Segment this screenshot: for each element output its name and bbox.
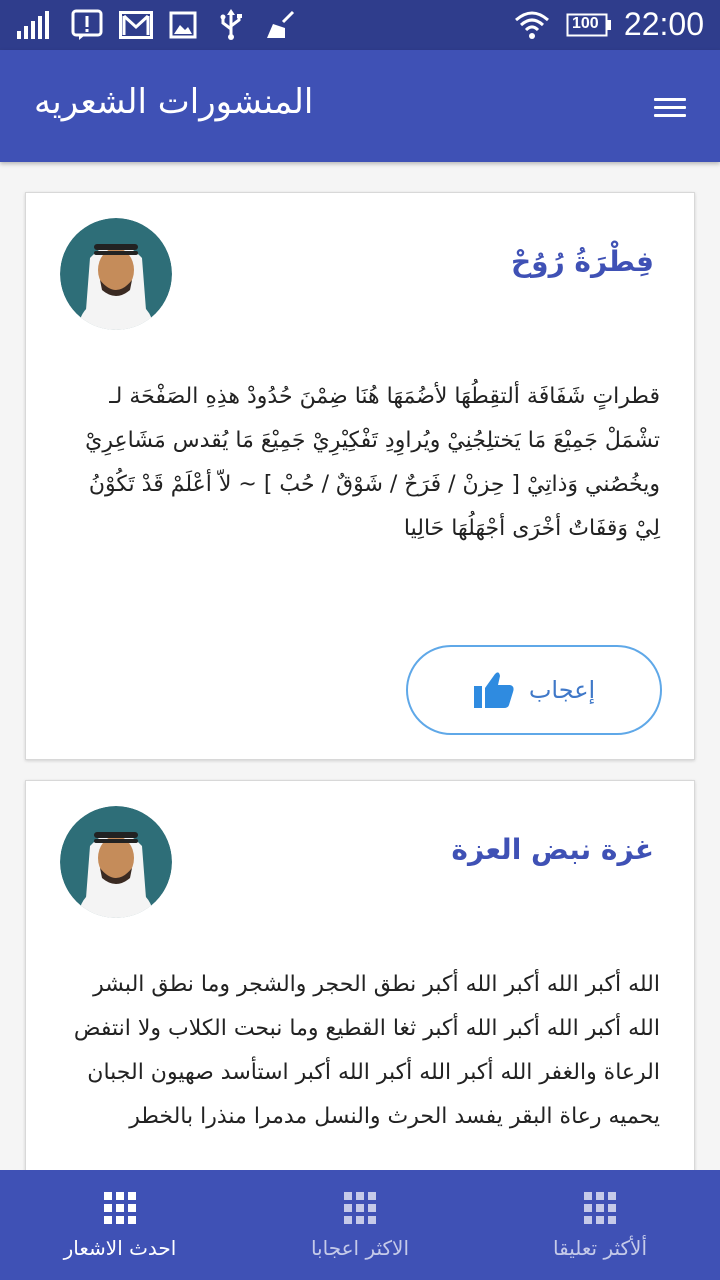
usb-icon [216, 9, 246, 41]
cleaner-icon [262, 9, 296, 41]
image-icon [168, 9, 198, 41]
post-card: فِطْرَةُ رُوُحْ قطراتٍ شَفَافَة ألتقِطُه… [25, 192, 695, 760]
nav-most-commented[interactable]: ألأكثر تعليقا [480, 1170, 720, 1280]
nav-label: ألأكثر تعليقا [553, 1236, 647, 1260]
post-text: الله أكبر الله أكبر الله أكبر نطق الحجر … [73, 972, 660, 1129]
post-card: غزة نبض العزة الله أكبر الله أكبر الله أ… [25, 780, 695, 1170]
battery-icon: 100 [566, 9, 612, 41]
like-button[interactable]: إعجاب [406, 645, 662, 735]
signal-icon [14, 9, 50, 41]
app-bar: المنشورات الشعريه [0, 50, 720, 162]
grid-icon [584, 1192, 616, 1224]
status-bar: 100 22:00 [0, 0, 720, 50]
post-author[interactable]: غزة نبض العزة [451, 833, 654, 866]
post-author[interactable]: فِطْرَةُ رُوُحْ [511, 245, 654, 278]
wifi-icon [512, 9, 552, 41]
posts-feed[interactable]: فِطْرَةُ رُوُحْ قطراتٍ شَفَافَة ألتقِطُه… [0, 162, 720, 1170]
nav-label: الاكثر اعجابا [310, 1236, 410, 1260]
bottom-navigation: احدث الاشعار الاكثر اعجابا ألأكثر تعليقا [0, 1170, 720, 1280]
clock: 22:00 [623, 6, 704, 42]
page-title: المنشورات الشعريه [34, 82, 314, 122]
like-label: إعجاب [528, 676, 596, 704]
post-text: قطراتٍ شَفَافَة ألتقِطُهَا لأضُمَهَا هُن… [85, 384, 660, 541]
nav-most-liked[interactable]: الاكثر اعجابا [240, 1170, 480, 1280]
alert-icon [70, 9, 104, 41]
nav-latest-poems[interactable]: احدث الاشعار [0, 1170, 240, 1280]
grid-icon [104, 1192, 136, 1224]
thumbs-up-icon [473, 670, 515, 710]
avatar-icon[interactable] [60, 806, 172, 918]
battery-level: 100 [572, 15, 599, 32]
grid-icon [344, 1192, 376, 1224]
gmail-icon [118, 9, 154, 41]
hamburger-menu-icon[interactable] [650, 90, 690, 124]
nav-label: احدث الاشعار [63, 1236, 177, 1260]
avatar-icon[interactable] [60, 218, 172, 330]
